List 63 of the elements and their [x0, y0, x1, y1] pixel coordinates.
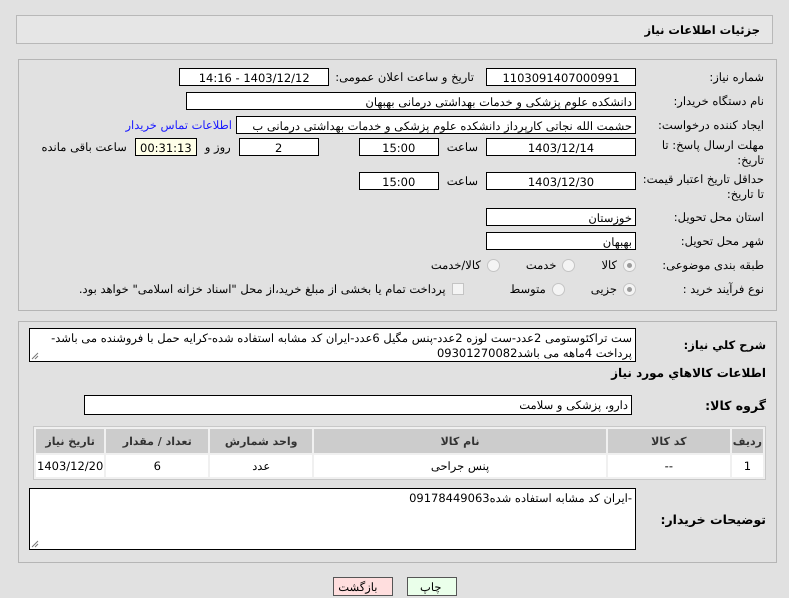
field-label: شماره نیاز: — [708, 70, 765, 84]
province-field: خوزستان — [486, 208, 636, 226]
column-header: تعداد / مقدار — [106, 429, 208, 453]
resize-grip-icon[interactable] — [31, 352, 39, 360]
back-button[interactable]: بازگشت — [332, 577, 392, 596]
field-label: مهلت ارسال پاسخ: تا تاریخ: — [660, 138, 765, 168]
days-label: روز و — [204, 139, 231, 156]
field-label: حداقل تاریخ اعتبار قیمت: تا تاریخ: — [642, 172, 765, 202]
radio-button[interactable] — [486, 258, 500, 272]
field-label: نام دستگاه خریدار: — [672, 94, 765, 108]
radio-button[interactable] — [562, 258, 576, 272]
radio-label: کالا/خدمت — [430, 258, 481, 272]
time-label: ساعت — [446, 173, 478, 190]
radio-button[interactable] — [623, 258, 636, 272]
radio-label: کالا — [601, 258, 617, 272]
checkbox-label: پرداخت تمام یا بخشی از مبلغ خرید،از محل "اسناد خزانه اسلامی" خواهد بود. — [78, 282, 446, 296]
buyer-org-field: دانشکده علوم پزشکی و خدمات بهداشتی درمانی بهبهان — [186, 92, 636, 110]
table-cell: 1 — [732, 455, 763, 477]
column-header: ردیف — [732, 429, 763, 453]
field-label: تاریخ و ساعت اعلان عمومی: — [335, 70, 474, 84]
field-label: استان محل تحویل: — [672, 210, 765, 224]
resize-grip-icon[interactable] — [31, 540, 39, 548]
remaining-label: ساعت باقی مانده — [42, 139, 127, 156]
checkbox[interactable] — [452, 283, 464, 295]
table-cell: -- — [608, 455, 730, 477]
need-number-field: 1103091407000991 — [486, 68, 636, 86]
field-label: ایجاد کننده درخواست: — [657, 118, 765, 132]
radio-label: خدمت — [526, 258, 556, 272]
field-label: طبقه بندی موضوعی: — [661, 258, 765, 272]
section-heading: اطلاعات كالاهاي مورد نياز — [610, 366, 766, 380]
buyer-notes-field: -ایران کد مشابه استفاده شده09178449063 — [29, 488, 636, 550]
validity-time-field: 15:00 — [358, 172, 439, 190]
deadline-date-field: 1403/12/14 — [486, 138, 636, 156]
print-button[interactable]: چاپ — [406, 577, 456, 596]
description-field: ست تراکئوستومی 2عدد-ست لوزه 2عدد-پنس مگیل 6عدد-ایران کد مشابه استفاده شده-کرایه حمل با فروشنده می باشد-پرداخت 4ماهه می باشد09301270082 — [29, 328, 636, 362]
page-title: جزئیات اطلاعات نیاز — [644, 22, 760, 36]
goods-group-field: دارو، پزشکی و سلامت — [84, 395, 632, 415]
field-label: شرح کلي نياز: — [682, 338, 766, 352]
column-header: نام کالا — [314, 429, 606, 453]
field-label: شهر محل تحویل: — [680, 234, 765, 248]
field-label: توضیحات خریدار: — [659, 512, 766, 526]
field-label: گروه کالا: — [704, 398, 766, 412]
time-label: ساعت — [446, 139, 478, 156]
column-header: تاریخ نیاز — [36, 429, 104, 453]
radio-label: متوسط — [510, 282, 546, 296]
radio-label: جزیی — [590, 282, 617, 296]
deadline-time-field: 15:00 — [358, 138, 439, 156]
remaining-time-field: 00:31:13 — [134, 138, 197, 156]
table-cell: پنس جراحی — [314, 455, 606, 477]
city-field: بهبهان — [486, 232, 636, 250]
table-cell: 1403/12/20 — [36, 455, 104, 477]
column-header: واحد شمارش — [210, 429, 312, 453]
radio-button[interactable] — [552, 282, 565, 296]
requester-field: حشمت الله نجاتی کارپرداز دانشکده علوم پزشکی و خدمات بهداشتی درمانی ب — [236, 116, 636, 134]
radio-button[interactable] — [623, 282, 636, 296]
column-header: کد کالا — [608, 429, 730, 453]
table-cell: عدد — [210, 455, 312, 477]
contact-link[interactable]: اطلاعات تماس خریدار — [125, 118, 232, 132]
table-cell: 6 — [106, 455, 208, 477]
days-field: 2 — [238, 138, 319, 156]
announce-date-field: 1403/12/12 - 14:16 — [179, 68, 330, 86]
validity-date-field: 1403/12/30 — [486, 172, 636, 190]
field-label: نوع فرآیند خرید : — [682, 282, 765, 296]
